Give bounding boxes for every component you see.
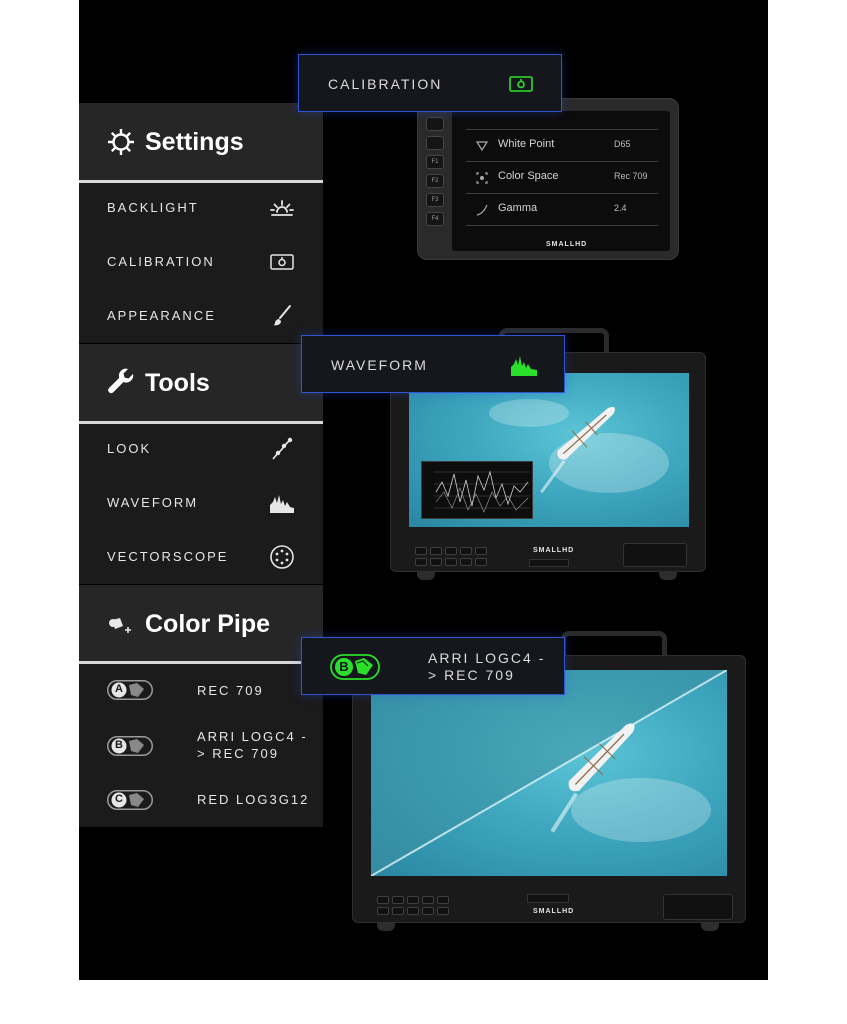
badge-letter: A	[115, 683, 123, 695]
settings-panel: Settings BACKLIGHT CALIBRATION APPEARANC…	[79, 103, 323, 343]
sidebar-item-label: CALIBRATION	[107, 254, 215, 269]
monitor-keypad[interactable]	[377, 896, 449, 915]
color-pipe-item-a[interactable]: A REC 709	[79, 665, 323, 719]
waveform-icon	[511, 356, 537, 376]
setting-value: Rec 709	[614, 171, 648, 181]
brand-logo: SMALLHD	[533, 908, 575, 915]
handheld-button-column: F1 F2 F3 F4	[426, 117, 450, 231]
callout-calibration[interactable]: CALIBRATION	[298, 54, 562, 112]
gamma-icon	[476, 204, 488, 216]
sidebar-item-backlight[interactable]: BACKLIGHT	[79, 181, 323, 235]
waveform-icon	[270, 495, 294, 513]
settings-title: Settings	[145, 128, 244, 156]
sunrise-icon	[270, 200, 294, 216]
color-pipe-icon	[109, 618, 131, 633]
handheld-monitor: F1 F2 F3 F4 White Point D65 Color Space …	[417, 98, 679, 260]
monitor-slot	[527, 894, 569, 903]
setting-label: White Point	[498, 138, 555, 150]
pipe-item-label: REC 709	[197, 683, 264, 698]
handheld-button[interactable]	[426, 117, 444, 131]
white-point-icon	[475, 141, 489, 152]
monitor-screen-image	[371, 670, 727, 876]
setting-row-gamma[interactable]: Gamma 2.4	[466, 193, 658, 225]
setting-value: 2.4	[614, 203, 627, 213]
color-pipe-panel: Color Pipe A REC 709 B ARRI LOGC4 - > RE…	[79, 585, 323, 827]
setting-value: D65	[614, 139, 631, 149]
brand-logo: SMALLHD	[533, 547, 575, 554]
handheld-button[interactable]: F1	[426, 155, 444, 169]
handheld-button[interactable]	[426, 136, 444, 150]
monitor-foot	[701, 923, 719, 931]
gear-icon	[108, 129, 134, 155]
monitor-slot	[529, 559, 569, 567]
callout-waveform[interactable]: WAVEFORM	[301, 335, 565, 393]
pipe-item-label: ARRI LOGC4 - > REC 709	[197, 729, 308, 761]
brush-icon	[273, 305, 291, 326]
sidebar-item-calibration[interactable]: CALIBRATION	[79, 235, 323, 289]
monitor-foot	[377, 923, 395, 931]
calibration-icon	[509, 76, 533, 92]
brand-logo: SMALLHD	[546, 241, 588, 248]
callout-label: CALIBRATION	[328, 76, 443, 92]
divider	[79, 661, 323, 664]
handheld-button[interactable]: F4	[426, 212, 444, 226]
monitor-port-cover	[663, 894, 733, 920]
color-pipe-item-b[interactable]: B ARRI LOGC4 - > REC 709	[79, 719, 323, 773]
settings-header[interactable]: Settings	[79, 103, 323, 181]
sidebar-item-label: APPEARANCE	[107, 308, 216, 323]
pipe-item-label: RED LOG3G12	[197, 792, 310, 807]
divider	[466, 225, 658, 226]
sidebar-item-vectorscope[interactable]: VECTORSCOPE	[79, 530, 323, 584]
sidebar-item-look[interactable]: LOOK	[79, 422, 323, 476]
sidebar-item-label: LOOK	[107, 441, 152, 456]
vectorscope-icon	[270, 545, 294, 569]
callout-label: ARRI LOGC4 - > REC 709	[428, 650, 546, 683]
badge-letter: B	[339, 659, 349, 674]
color-pipe-title: Color Pipe	[145, 610, 271, 638]
sidebar-item-label: BACKLIGHT	[107, 200, 199, 215]
callout-color-pipe[interactable]: B ARRI LOGC4 - > REC 709	[301, 637, 565, 695]
waveform-overlay	[421, 461, 533, 519]
sidebar-item-waveform[interactable]: WAVEFORM	[79, 476, 323, 530]
monitor-foot	[659, 572, 677, 580]
curve-icon	[272, 437, 293, 460]
handheld-screen: White Point D65 Color Space Rec 709 Gamm…	[452, 111, 670, 251]
color-pipe-header[interactable]: Color Pipe	[79, 585, 323, 663]
calibration-icon	[270, 254, 294, 270]
studio-monitor-split: SMALLHD	[352, 655, 746, 923]
promo-canvas: Settings BACKLIGHT CALIBRATION APPEARANC…	[79, 0, 768, 980]
setting-label: Color Space	[498, 170, 559, 182]
tools-panel: Tools LOOK WAVEFORM VECTORSCOPE	[79, 344, 323, 584]
monitor-screen-image	[409, 373, 689, 527]
callout-label: WAVEFORM	[331, 357, 428, 373]
sidebar-item-label: VECTORSCOPE	[107, 549, 229, 564]
handheld-button[interactable]: F2	[426, 174, 444, 188]
split-comparison-image	[371, 670, 727, 876]
waveform-graph	[434, 470, 530, 513]
monitor-keypad[interactable]	[415, 547, 487, 566]
monitor-foot	[417, 572, 435, 580]
tools-title: Tools	[145, 369, 210, 397]
setting-row-color-space[interactable]: Color Space Rec 709	[466, 161, 658, 193]
setting-label: Gamma	[498, 202, 538, 214]
color-pipe-item-c[interactable]: C RED LOG3G12	[79, 773, 323, 827]
badge-letter: C	[115, 793, 123, 805]
sidebar-item-label: WAVEFORM	[107, 495, 199, 510]
monitor-port-cover	[623, 543, 687, 567]
monitor-handle	[561, 631, 667, 657]
color-space-icon	[476, 172, 488, 184]
wrench-icon	[108, 368, 134, 394]
handheld-button[interactable]: F3	[426, 193, 444, 207]
sidebar-item-appearance[interactable]: APPEARANCE	[79, 289, 323, 343]
tools-header[interactable]: Tools	[79, 344, 323, 422]
badge-letter: B	[115, 739, 123, 751]
setting-row-white-point[interactable]: White Point D65	[466, 129, 658, 161]
